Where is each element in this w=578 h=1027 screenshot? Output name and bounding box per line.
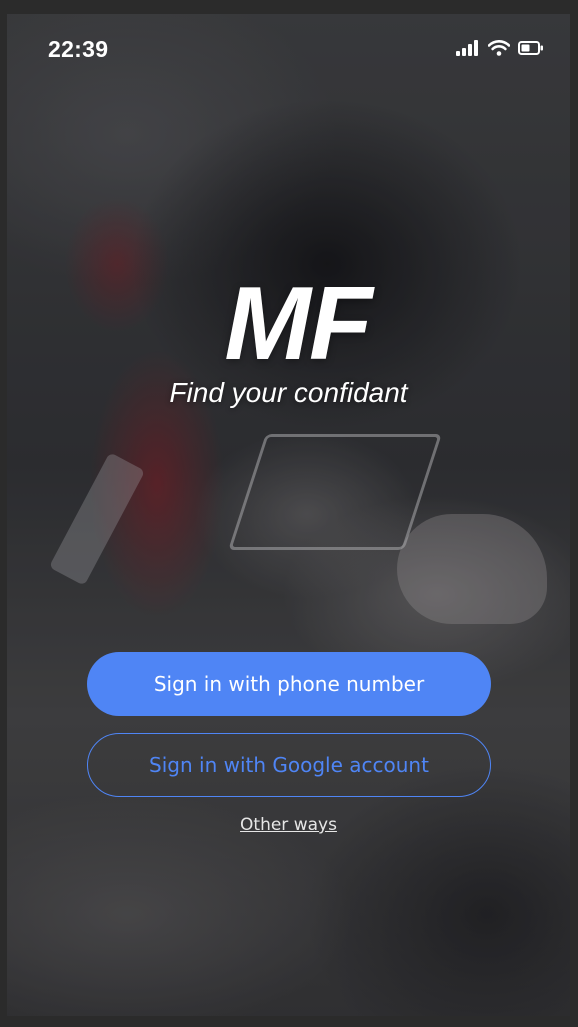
brand-block: MF Find your confidant — [7, 272, 570, 409]
app-tagline: Find your confidant — [169, 377, 408, 408]
background-overlay — [7, 14, 570, 1016]
other-ways-row: Other ways — [7, 815, 570, 835]
phone-sign-in-label: Sign in with phone number — [153, 672, 425, 696]
phone-screen: 22:39 MF Find your confidant Sign in wit… — [7, 14, 570, 1016]
signal-icon — [456, 40, 480, 60]
phone-sign-in-button[interactable]: Sign in with phone number — [87, 652, 491, 716]
google-sign-in-label: Sign in with Google account — [149, 753, 429, 777]
google-sign-in-button[interactable]: Sign in with Google account — [87, 733, 491, 797]
battery-icon — [518, 40, 544, 60]
wifi-icon — [487, 40, 511, 60]
status-bar: 22:39 — [7, 14, 570, 82]
app-logo: MF — [224, 266, 372, 382]
status-icons — [456, 40, 544, 60]
other-ways-link[interactable]: Other ways — [240, 815, 337, 835]
status-time: 22:39 — [48, 36, 109, 62]
